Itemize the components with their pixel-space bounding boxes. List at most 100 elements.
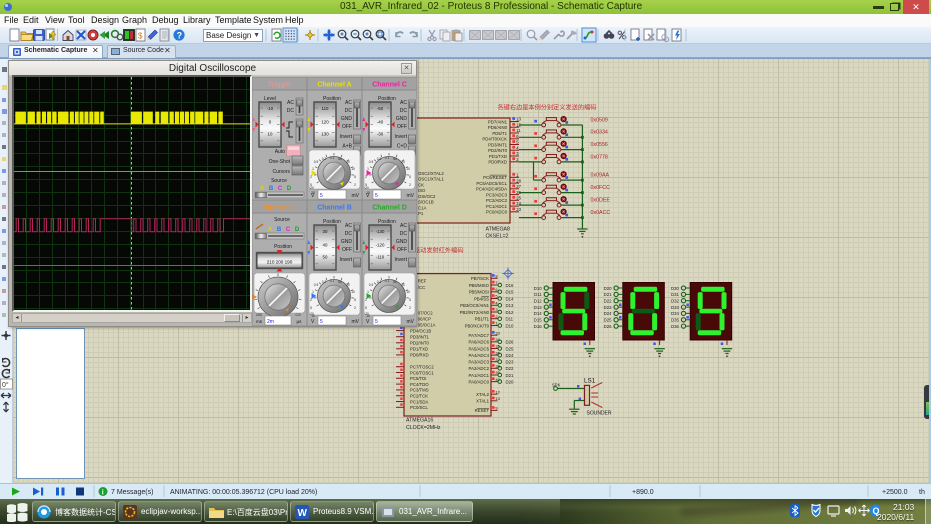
svg-text:0°: 0° bbox=[2, 381, 9, 389]
svg-text:D11: D11 bbox=[506, 317, 514, 322]
svg-text:PC3/ADC3: PC3/ADC3 bbox=[486, 192, 508, 197]
svg-text:SOUNDER: SOUNDER bbox=[587, 411, 612, 417]
svg-text:Invert: Invert bbox=[394, 134, 407, 140]
svg-text:D15: D15 bbox=[506, 290, 514, 295]
svg-text:OFF: OFF bbox=[342, 247, 352, 253]
svg-text:33: 33 bbox=[495, 330, 500, 335]
svg-text:PB7/SCK: PB7/SCK bbox=[471, 276, 489, 281]
svg-text:PC7/TOSC2: PC7/TOSC2 bbox=[410, 365, 434, 370]
svg-text:5: 5 bbox=[320, 193, 323, 199]
svg-text:LS1: LS1 bbox=[584, 378, 596, 385]
svg-text:Trigger: Trigger bbox=[268, 82, 292, 89]
svg-text:20: 20 bbox=[401, 283, 405, 287]
svg-text:5: 5 bbox=[516, 140, 519, 145]
svg-text:5: 5 bbox=[310, 306, 312, 310]
svg-text:A: A bbox=[260, 186, 265, 192]
svg-text:+890.0: +890.0 bbox=[632, 489, 654, 496]
svg-text:ATMEGA16: ATMEGA16 bbox=[406, 418, 433, 424]
svg-text:D22: D22 bbox=[506, 366, 514, 371]
svg-text:Source: Source bbox=[274, 217, 290, 223]
svg-text:2: 2 bbox=[354, 306, 356, 310]
svg-text:PB0/XCK/T0: PB0/XCK/T0 bbox=[465, 323, 490, 328]
svg-text:2: 2 bbox=[310, 175, 312, 179]
svg-text:20: 20 bbox=[401, 160, 405, 164]
svg-text:PA1/ADC1: PA1/ADC1 bbox=[469, 373, 490, 378]
svg-text:mV: mV bbox=[407, 319, 415, 325]
svg-text:50: 50 bbox=[338, 280, 342, 284]
svg-text:PC3/TMS: PC3/TMS bbox=[410, 388, 429, 393]
svg-text:9: 9 bbox=[495, 406, 498, 411]
svg-text:30: 30 bbox=[323, 229, 328, 234]
svg-text:2: 2 bbox=[365, 298, 367, 302]
svg-text:1: 1 bbox=[312, 290, 314, 294]
svg-text:A: A bbox=[268, 227, 273, 233]
svg-text:D30: D30 bbox=[671, 286, 679, 291]
svg-text:200: 200 bbox=[256, 313, 262, 317]
svg-text:13: 13 bbox=[495, 396, 500, 401]
svg-text:0x09AA: 0x09AA bbox=[591, 173, 610, 179]
svg-text:GND: GND bbox=[341, 239, 353, 245]
svg-text:6: 6 bbox=[516, 134, 519, 139]
svg-text:ms: ms bbox=[256, 319, 263, 324]
svg-text:10: 10 bbox=[268, 132, 273, 137]
svg-text:Horizontal: Horizontal bbox=[262, 205, 296, 212]
svg-text:ATMEGA8: ATMEGA8 bbox=[486, 227, 511, 233]
svg-text:D12: D12 bbox=[534, 299, 542, 304]
svg-text:PB3/OC0/AIN1: PB3/OC0/AIN1 bbox=[460, 303, 490, 308]
svg-text:D11: D11 bbox=[534, 292, 542, 297]
svg-text:-110: -110 bbox=[376, 255, 385, 260]
svg-text:07/OC2: 07/OC2 bbox=[418, 310, 433, 315]
svg-text:OFF: OFF bbox=[397, 124, 407, 130]
svg-text:20: 20 bbox=[346, 283, 350, 287]
svg-text:PC1/ADC1: PC1/ADC1 bbox=[486, 204, 508, 209]
svg-text:D14: D14 bbox=[506, 296, 514, 301]
svg-text:20: 20 bbox=[365, 186, 369, 190]
svg-text:PD0/RXD: PD0/RXD bbox=[410, 353, 429, 358]
svg-text:CKSEL=2: CKSEL=2 bbox=[486, 234, 509, 240]
svg-text:mV: mV bbox=[352, 193, 360, 199]
svg-text:驱动发射红外编码: 驱动发射红外编码 bbox=[414, 247, 464, 255]
svg-text:D26: D26 bbox=[506, 340, 514, 345]
svg-text:AC: AC bbox=[345, 100, 352, 106]
svg-text:S/OC1B: S/OC1B bbox=[418, 200, 434, 205]
svg-text:mV: mV bbox=[352, 319, 360, 325]
svg-text:0.1: 0.1 bbox=[330, 156, 335, 160]
svg-text:5: 5 bbox=[365, 306, 367, 310]
svg-text:PD3/INT1: PD3/INT1 bbox=[488, 142, 507, 147]
svg-text:D35: D35 bbox=[671, 318, 679, 323]
svg-text:1: 1 bbox=[312, 167, 314, 171]
svg-text:D26: D26 bbox=[604, 324, 612, 329]
svg-text:PC4/TDO: PC4/TDO bbox=[410, 382, 429, 387]
svg-text:OSI/OC2: OSI/OC2 bbox=[418, 194, 436, 199]
svg-text:0.5: 0.5 bbox=[369, 283, 374, 287]
svg-text:20: 20 bbox=[310, 312, 314, 316]
svg-text:0x0DEE: 0x0DEE bbox=[591, 198, 611, 204]
svg-text:1: 1 bbox=[516, 173, 519, 178]
svg-text:D13: D13 bbox=[534, 305, 542, 310]
svg-text:0x0509: 0x0509 bbox=[591, 117, 608, 123]
svg-text:110: 110 bbox=[322, 106, 330, 111]
svg-text:PD3/INT1: PD3/INT1 bbox=[410, 335, 429, 340]
svg-text:W: W bbox=[298, 508, 308, 519]
svg-text:GND: GND bbox=[396, 239, 408, 245]
svg-text:PD7/AIN1: PD7/AIN1 bbox=[488, 119, 508, 124]
svg-text:PD4/T0/XCK: PD4/T0/XCK bbox=[482, 137, 507, 142]
svg-text:C: C bbox=[278, 186, 283, 192]
svg-text:PA0/ADC0: PA0/ADC0 bbox=[469, 379, 490, 384]
svg-text:0x0FCC: 0x0FCC bbox=[591, 185, 611, 191]
svg-text:0.1: 0.1 bbox=[385, 279, 390, 283]
svg-text:D13: D13 bbox=[506, 303, 514, 308]
svg-text:-10: -10 bbox=[267, 106, 274, 111]
svg-text:PD6/AIN0: PD6/AIN0 bbox=[488, 125, 508, 130]
svg-text:-40: -40 bbox=[377, 120, 384, 125]
svg-text:Source: Source bbox=[271, 178, 287, 184]
svg-text:10: 10 bbox=[406, 167, 410, 171]
svg-text:Position: Position bbox=[323, 219, 341, 225]
svg-text:C+D: C+D bbox=[397, 144, 408, 150]
svg-text:D33: D33 bbox=[671, 305, 679, 310]
svg-text:PD5/T1: PD5/T1 bbox=[492, 131, 507, 136]
svg-text:PC6/RESET: PC6/RESET bbox=[483, 175, 507, 180]
svg-text:Position: Position bbox=[274, 244, 292, 250]
svg-text:PC5/TDI: PC5/TDI bbox=[410, 376, 426, 381]
svg-text:Channel B: Channel B bbox=[317, 205, 352, 212]
